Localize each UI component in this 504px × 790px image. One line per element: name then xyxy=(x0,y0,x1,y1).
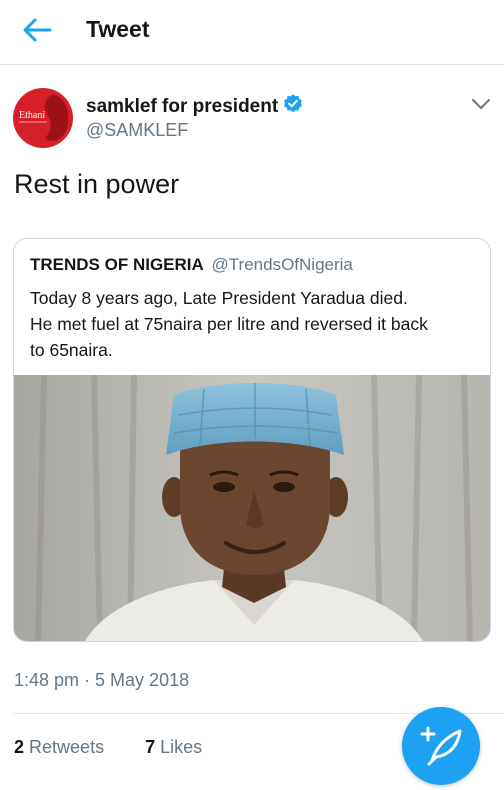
tweet-timestamp: 1:48 pm · 5 May 2018 xyxy=(14,670,190,690)
quoted-author-name: TRENDS OF NIGERIA xyxy=(30,255,204,274)
compose-tweet-button[interactable] xyxy=(402,707,480,785)
quoted-text-line: Today 8 years ago, Late President Yaradu… xyxy=(30,288,408,308)
likes-count: 7 xyxy=(145,737,156,757)
chevron-down-icon xyxy=(472,99,490,109)
portrait-photo xyxy=(14,374,490,641)
back-button[interactable] xyxy=(20,14,56,46)
quoted-tweet-card[interactable]: TRENDS OF NIGERIA @TrendsOfNigeria Today… xyxy=(13,238,491,642)
app-header: Tweet xyxy=(0,0,504,65)
avatar[interactable]: Ethani xyxy=(13,88,73,148)
author-handle: @SAMKLEF xyxy=(86,120,189,140)
avatar-label: Ethani xyxy=(19,110,45,121)
author-name-text: samklef for president xyxy=(86,96,279,117)
tweet-stats: 2 Retweets 7 Likes xyxy=(14,737,202,758)
arrow-left-icon xyxy=(23,18,52,42)
quoted-text-line: to 65naira. xyxy=(30,340,113,360)
quoted-text-line: He met fuel at 75naira per litre and rev… xyxy=(30,314,428,334)
quoted-tweet-photo[interactable] xyxy=(14,374,490,641)
quoted-tweet-text: Today 8 years ago, Late President Yaradu… xyxy=(30,285,485,363)
quoted-tweet-header: TRENDS OF NIGERIA @TrendsOfNigeria xyxy=(30,255,353,275)
retweets-count: 2 xyxy=(14,737,25,757)
verified-badge-icon xyxy=(282,93,304,121)
quoted-author-handle: @TrendsOfNigeria xyxy=(211,255,353,274)
page-title: Tweet xyxy=(86,16,150,42)
likes-label: Likes xyxy=(160,737,203,757)
tweet-text: Rest in power xyxy=(14,169,180,199)
retweets-stat[interactable]: 2 Retweets xyxy=(14,737,104,757)
more-options-button[interactable] xyxy=(470,96,492,112)
avatar-image: Ethani xyxy=(13,88,73,148)
compose-feather-icon xyxy=(420,726,462,766)
likes-stat[interactable]: 7 Likes xyxy=(145,737,202,757)
retweets-label: Retweets xyxy=(29,737,105,757)
author-name[interactable]: samklef for president xyxy=(86,93,304,121)
